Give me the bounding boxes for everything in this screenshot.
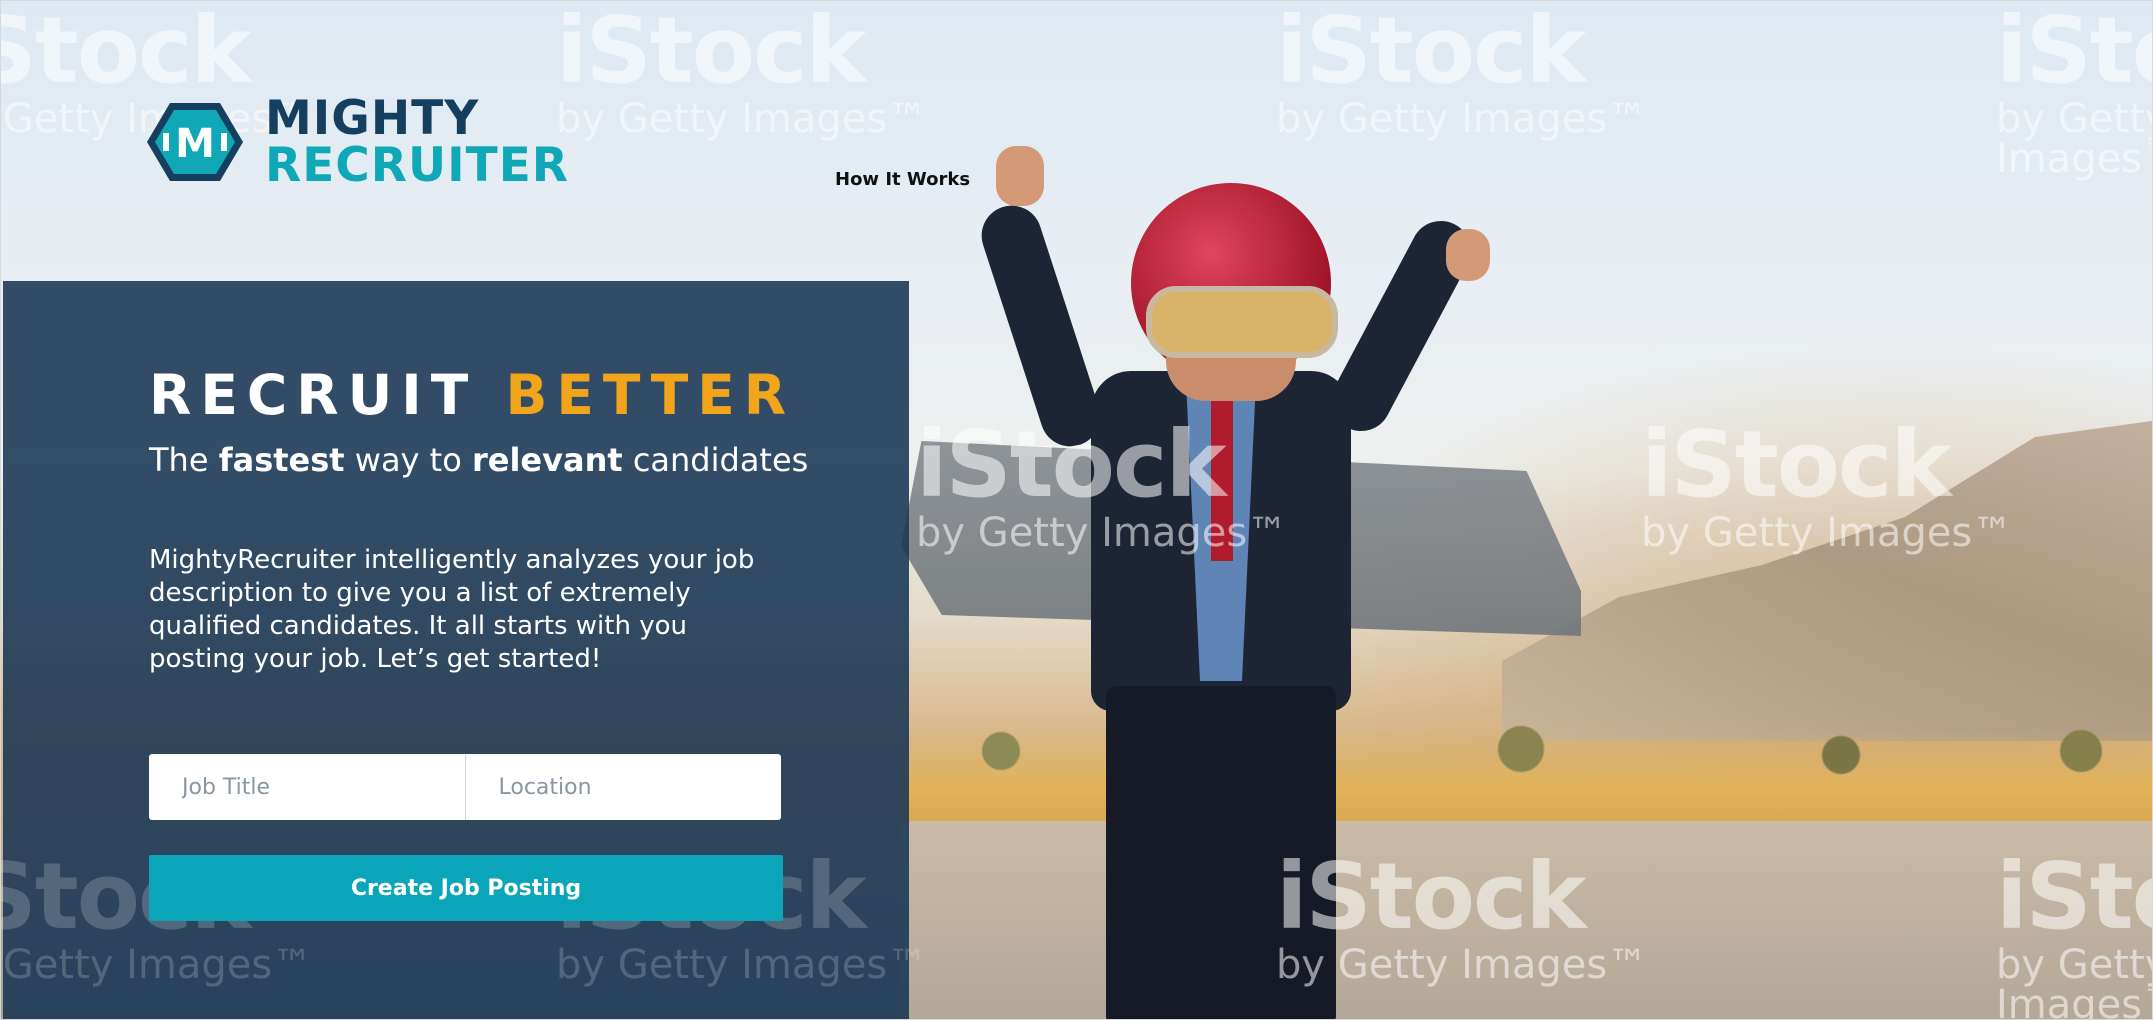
kid-jetpack-image [901,141,1601,1019]
hero-headline: RECRUIT BETTER [149,363,795,427]
subhead-text: way to [354,441,462,479]
kid-tie [1211,391,1233,561]
kid-left-arm [973,197,1109,455]
hero-subheadline: The fastest way to relevant candidates [149,441,808,479]
kid-goggles [1146,286,1338,358]
nav-how-it-works-link[interactable]: How It Works [835,169,970,190]
mightyrecruiter-logo[interactable]: M MIGHTY RECRUITER [145,95,569,189]
headline-part-2: BETTER [505,363,796,427]
headline-part-1: RECRUIT [149,363,478,427]
subhead-emphasis-fastest: fastest [218,441,345,479]
kid-left-hand [996,146,1044,206]
landing-page: iStock by Getty Images™ iStock by Getty … [0,0,2153,1020]
subhead-text: The [149,441,209,479]
logo-wordmark: MIGHTY RECRUITER [265,95,569,189]
subhead-text: candidates [632,441,809,479]
logo-letter: M [175,121,215,167]
location-input[interactable] [465,754,781,820]
kid-pants [1106,686,1336,1019]
kid-right-hand [1446,229,1490,281]
logo-hexagon-icon: M [145,101,245,183]
subhead-emphasis-relevant: relevant [471,441,623,479]
job-search-form [149,754,781,820]
logo-line-1: MIGHTY [265,91,480,146]
logo-line-2: RECRUITER [265,138,569,193]
job-title-input[interactable] [149,754,465,820]
hero-description: MightyRecruiter intelligently analyzes y… [149,545,755,674]
create-job-posting-button[interactable]: Create Job Posting [149,855,783,921]
